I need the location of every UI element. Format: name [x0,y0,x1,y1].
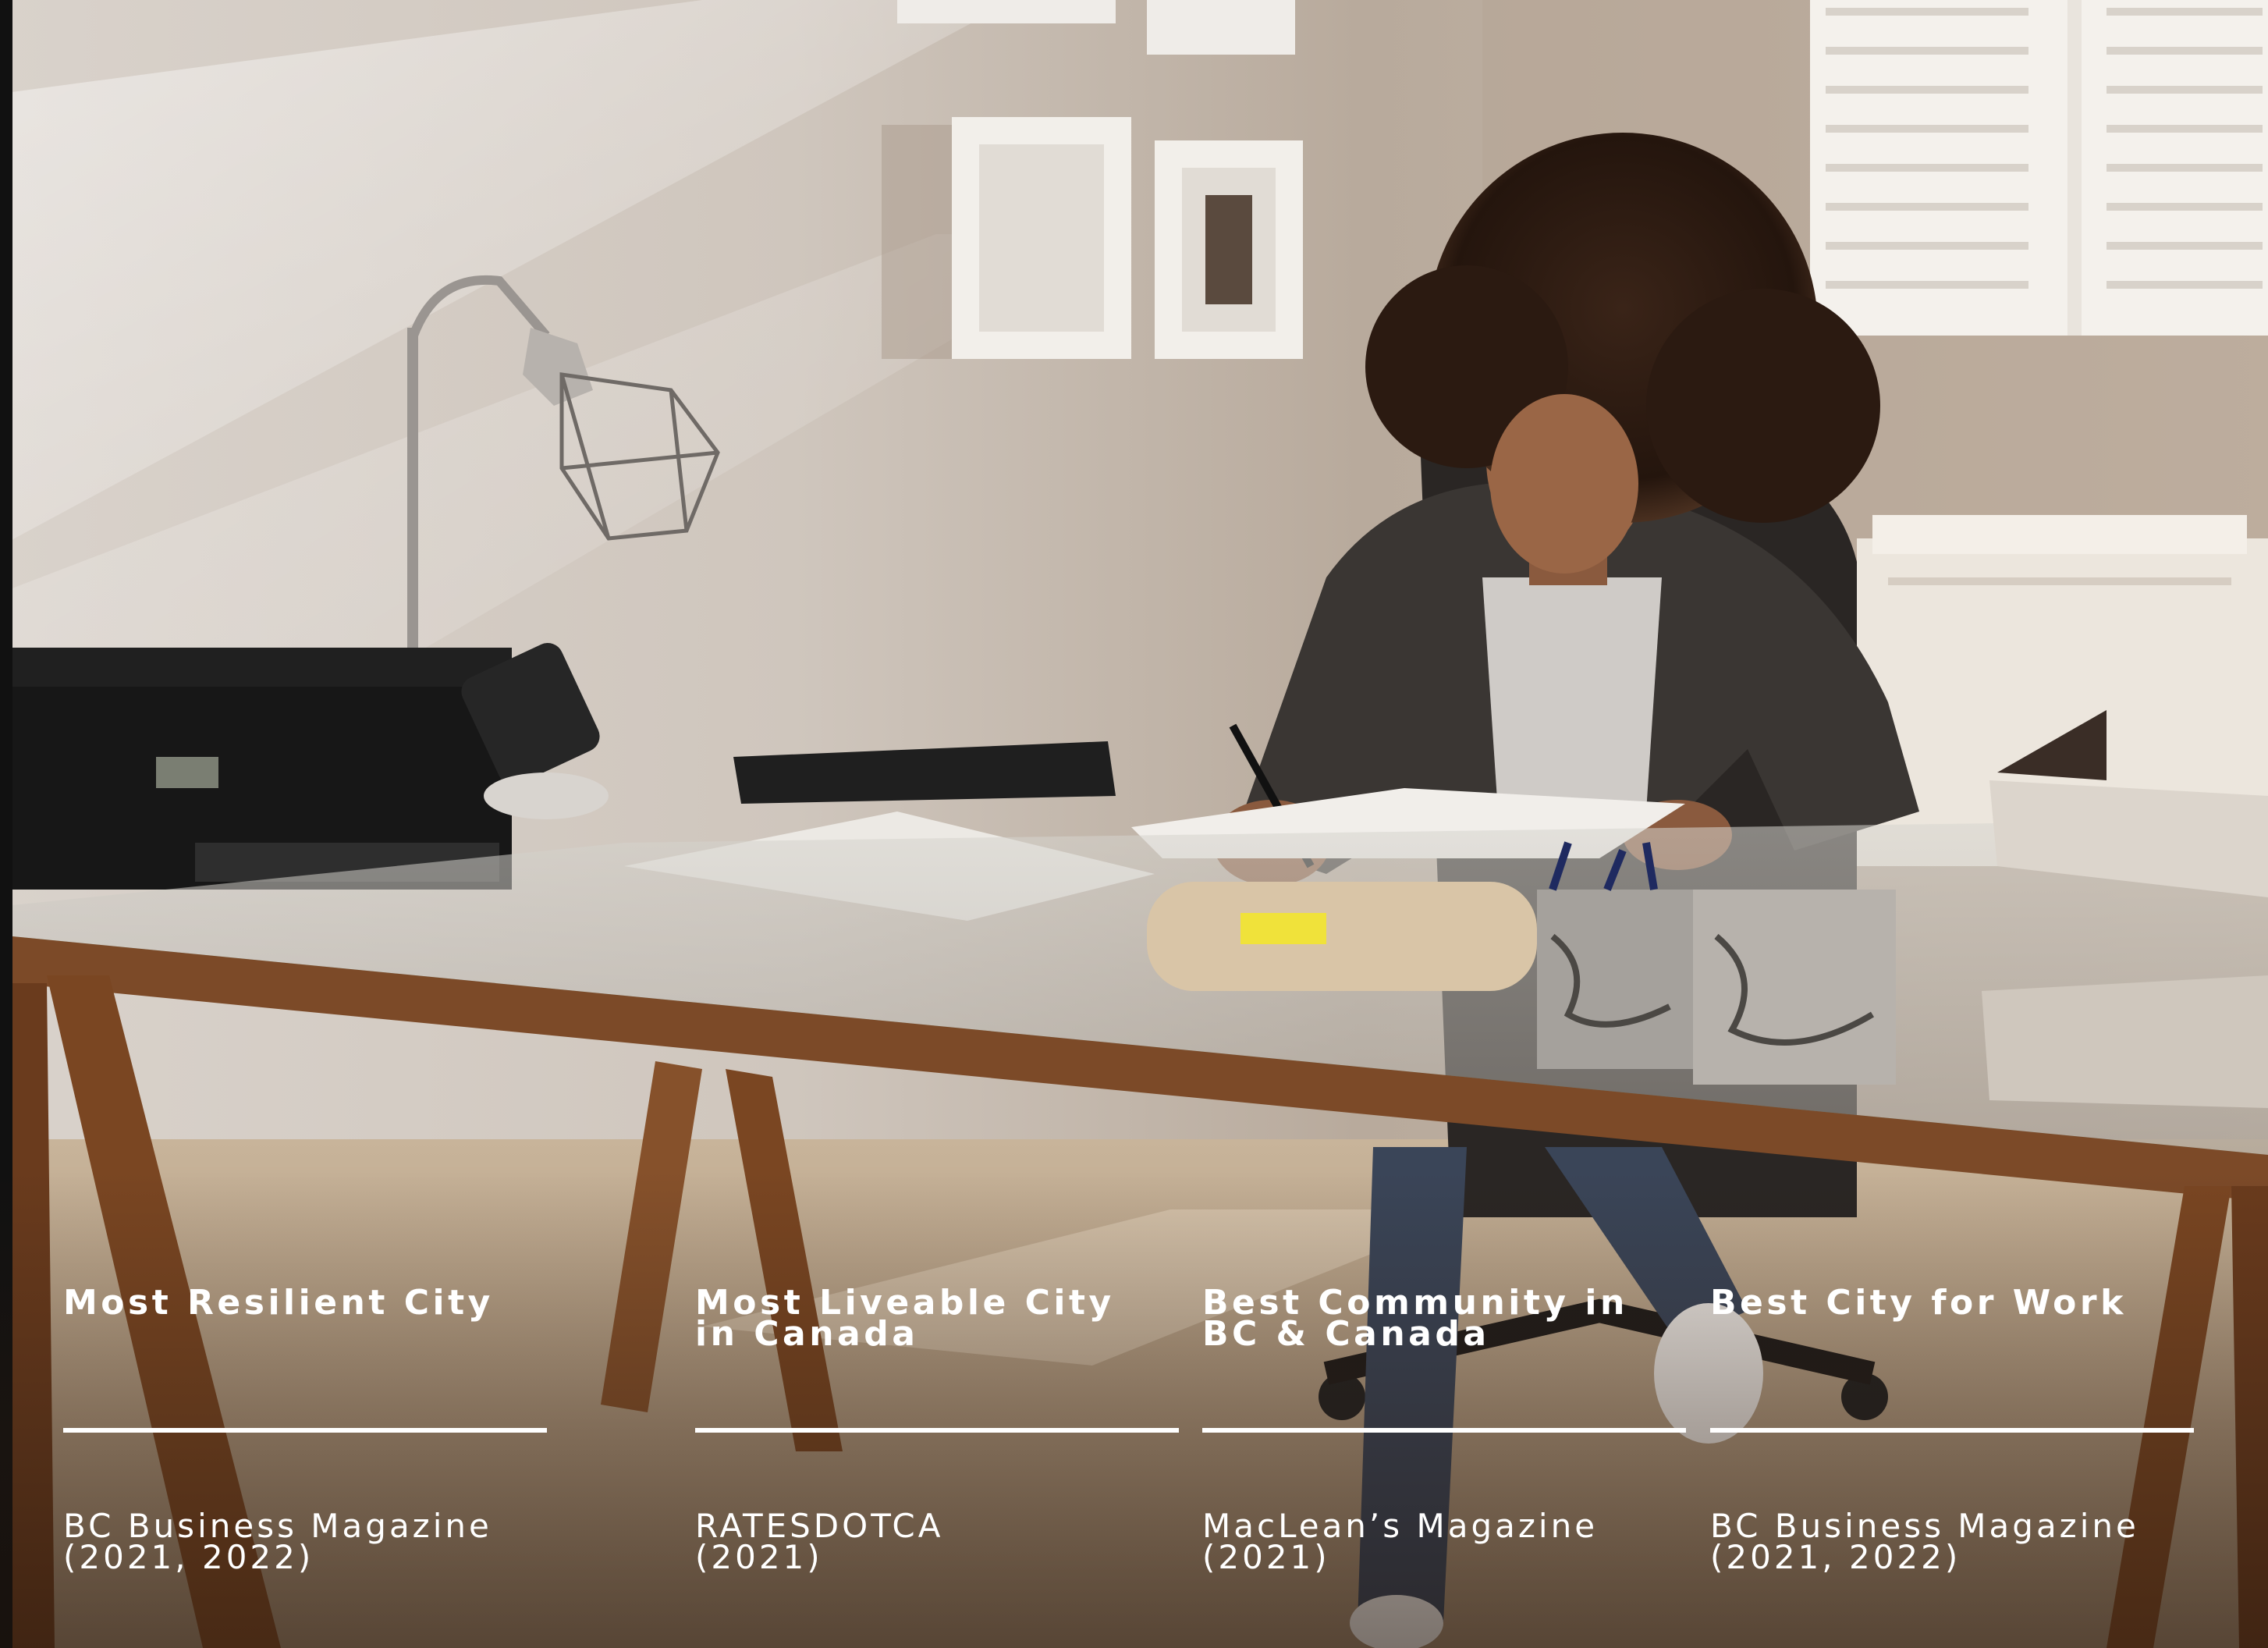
award-divider [1202,1428,1686,1433]
award-source: MacLean’s Magazine (2021) [1202,1507,1599,1576]
award-divider [63,1428,547,1433]
award-title: Best Community in BC & Canada [1202,1283,1628,1354]
award-source: BC Business Magazine (2021, 2022) [1710,1507,2139,1576]
award-most-resilient-city: Most Resilient City BC Business Magazine… [63,1283,547,1600]
award-best-community: Best Community in BC & Canada MacLean’s … [1202,1283,1686,1600]
award-most-liveable-city: Most Liveable City in Canada RATESDOTCA … [695,1283,1179,1600]
award-title: Most Resilient City [63,1283,494,1323]
awards-row: Most Resilient City BC Business Magazine… [0,0,2268,1648]
award-divider [695,1428,1179,1433]
award-divider [1710,1428,2194,1433]
award-source: BC Business Magazine (2021, 2022) [63,1507,492,1576]
award-title: Best City for Work [1710,1283,2127,1323]
award-source: RATESDOTCA (2021) [695,1507,944,1576]
award-best-city-for-work: Best City for Work BC Business Magazine … [1710,1283,2194,1600]
award-title: Most Liveable City in Canada [695,1283,1115,1354]
